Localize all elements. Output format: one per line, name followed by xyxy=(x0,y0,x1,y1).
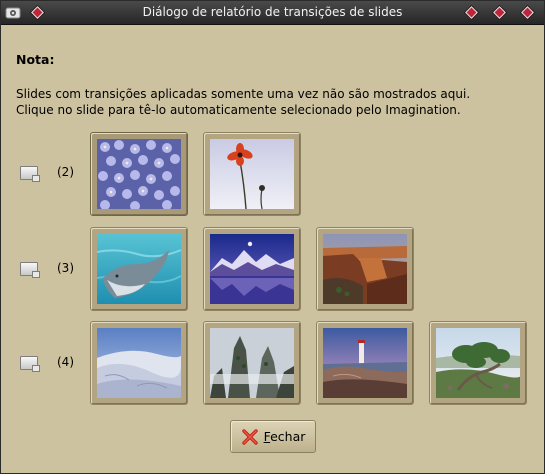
slide-thumb-blue-flowers[interactable] xyxy=(90,132,188,216)
slide-thumb-sand-dunes[interactable] xyxy=(90,321,188,405)
note-line-1: Slides com transições aplicadas somente … xyxy=(16,87,471,101)
transition-icon xyxy=(20,262,40,278)
note-heading: Nota: xyxy=(16,52,55,67)
slide-thumb-lighthouse[interactable] xyxy=(316,321,414,405)
slide-thumb-windswept-tree[interactable] xyxy=(429,321,527,405)
mountain-lake-image xyxy=(210,234,294,304)
row-count-label: (4) xyxy=(57,355,74,369)
slide-thumb-dolphin[interactable] xyxy=(90,227,188,311)
close-button[interactable]: Fechar xyxy=(230,420,316,453)
blue-flowers-image xyxy=(97,139,181,209)
windswept-tree-image xyxy=(436,328,520,398)
sand-dunes-image xyxy=(97,328,181,398)
dialog-window: Diálogo de relatório de transições de sl… xyxy=(0,0,545,474)
dolphin-image xyxy=(97,234,181,304)
transition-icon xyxy=(20,166,40,182)
red-poppy-image xyxy=(210,139,294,209)
note-line-2: Clique no slide para tê-lo automaticamen… xyxy=(16,103,461,117)
close-x-icon xyxy=(241,428,258,445)
titlebar: Diálogo de relatório de transições de sl… xyxy=(1,1,544,25)
note-text: Slides com transições aplicadas somente … xyxy=(16,86,531,118)
slide-thumb-misty-peaks[interactable] xyxy=(203,321,301,405)
close-button-label-rest: echar xyxy=(270,429,306,444)
window-title: Diálogo de relatório de transições de sl… xyxy=(142,5,403,19)
row-count-label: (3) xyxy=(57,261,74,275)
canyon-image xyxy=(323,234,407,304)
slide-thumb-canyon[interactable] xyxy=(316,227,414,311)
transition-icon xyxy=(20,356,40,372)
slide-thumb-mountain-lake[interactable] xyxy=(203,227,301,311)
close-button-label: Fechar xyxy=(264,429,306,444)
row-count-label: (2) xyxy=(57,165,74,179)
lighthouse-image xyxy=(323,328,407,398)
slide-thumb-red-poppy[interactable] xyxy=(203,132,301,216)
misty-peaks-image xyxy=(210,328,294,398)
